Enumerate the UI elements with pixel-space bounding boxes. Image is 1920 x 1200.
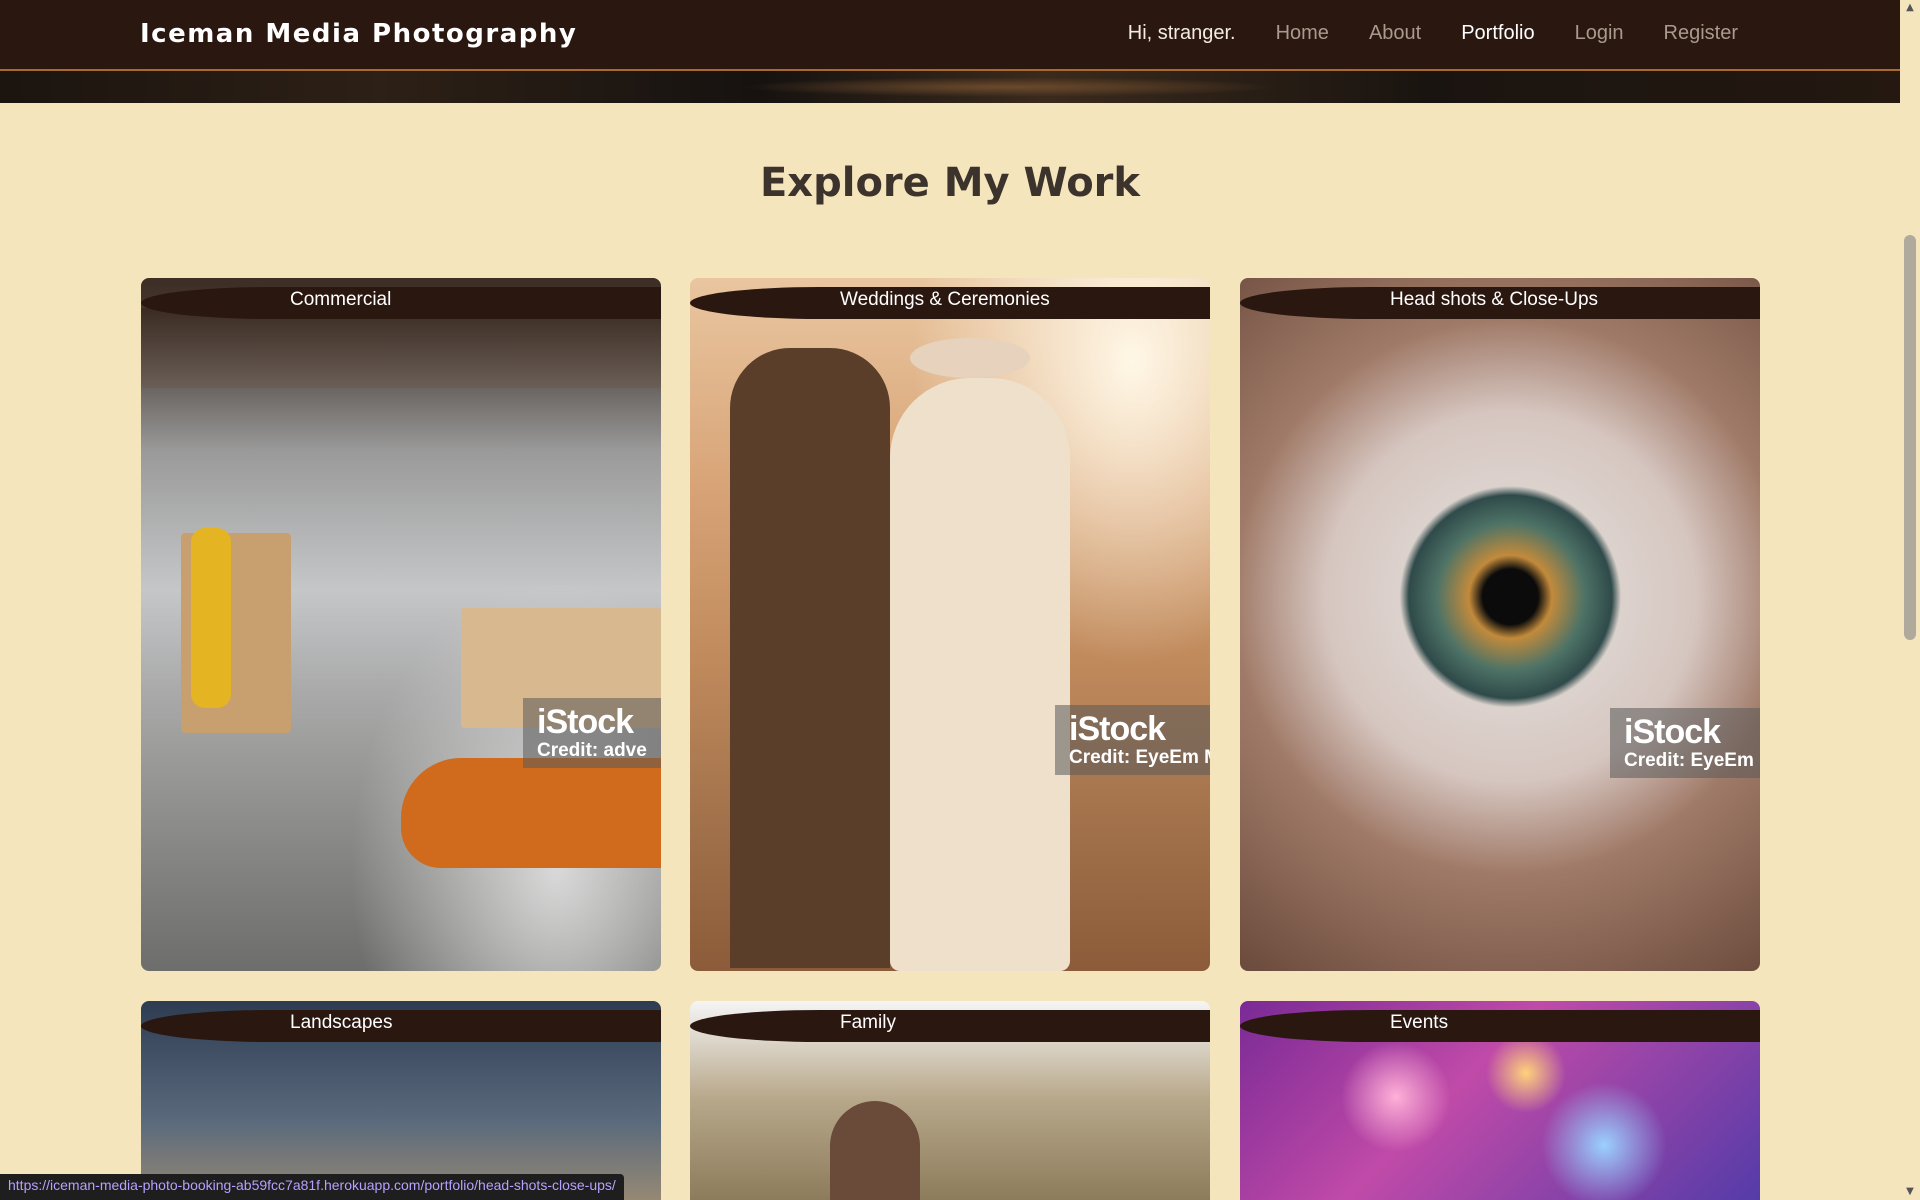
portfolio-card-events[interactable]: Events [1240,1001,1760,1200]
card-label-bar [141,1010,661,1042]
istock-watermark: iStock Credit: EyeEm M [1055,705,1210,775]
top-navbar: Iceman Media Photography Hi, stranger. H… [0,0,1900,71]
watermark-credit: Credit: EyeEm M [1069,747,1210,768]
istock-watermark: iStock Credit: adve [523,698,661,768]
site-brand[interactable]: Iceman Media Photography [140,19,577,49]
card-label: Weddings & Ceremonies [840,289,1050,310]
robot-arm [191,528,231,708]
portfolio-card-landscapes[interactable]: Landscapes [141,1001,661,1200]
card-label-bar [1240,1010,1760,1042]
nav-link-portfolio[interactable]: Portfolio [1461,22,1534,45]
nav-greeting: Hi, stranger. [1127,22,1236,44]
hero-image-strip [0,71,1900,103]
scroll-down-arrow-icon[interactable]: ▼ [1904,1186,1916,1198]
portfolio-card-weddings[interactable]: Weddings & Ceremonies iStock Credit: Eye… [690,278,1210,971]
nav-link-register[interactable]: Register [1664,22,1738,45]
card-label: Head shots & Close-Ups [1390,289,1599,310]
watermark-brand: iStock [1624,713,1721,751]
groom-figure [730,348,890,968]
watermark-brand: iStock [537,703,634,741]
portfolio-card-commercial[interactable]: Commercial iStock Credit: adve [141,278,661,971]
card-label-bar [690,1010,1210,1042]
scroll-up-arrow-icon[interactable]: ▲ [1904,2,1916,14]
nav-link-about[interactable]: About [1369,22,1421,45]
istock-watermark: iStock Credit: EyeEm [1610,708,1760,778]
nav-link-login[interactable]: Login [1575,22,1624,45]
watermark-brand: iStock [1069,710,1166,748]
vertical-scrollbar[interactable]: ▲ ▼ [1900,0,1920,1200]
portfolio-card-family[interactable]: Family [690,1001,1210,1200]
delivery-robot [401,758,661,868]
nav-link-home[interactable]: Home [1276,22,1329,45]
status-bar-url: https://iceman-media-photo-booking-ab59f… [0,1174,624,1200]
scrollbar-thumb[interactable] [1904,235,1916,640]
bride-hat [910,338,1030,378]
section-title: Explore My Work [759,160,1141,206]
warehouse-ceiling [141,308,661,388]
card-label: Events [1390,1012,1449,1033]
card-label: Family [840,1012,896,1033]
watermark-credit: Credit: adve [537,740,647,761]
card-label: Commercial [290,289,392,310]
watermark-credit: Credit: EyeEm [1624,750,1754,771]
card-label: Landscapes [290,1012,393,1033]
card-label-bar [141,287,661,319]
portfolio-card-headshots[interactable]: Head shots & Close-Ups iStock Credit: Ey… [1240,278,1760,971]
nav-links: Hi, stranger. Home About Portfolio Login… [1128,22,1738,45]
bride-figure [890,378,1070,971]
person-figure [830,1101,920,1200]
